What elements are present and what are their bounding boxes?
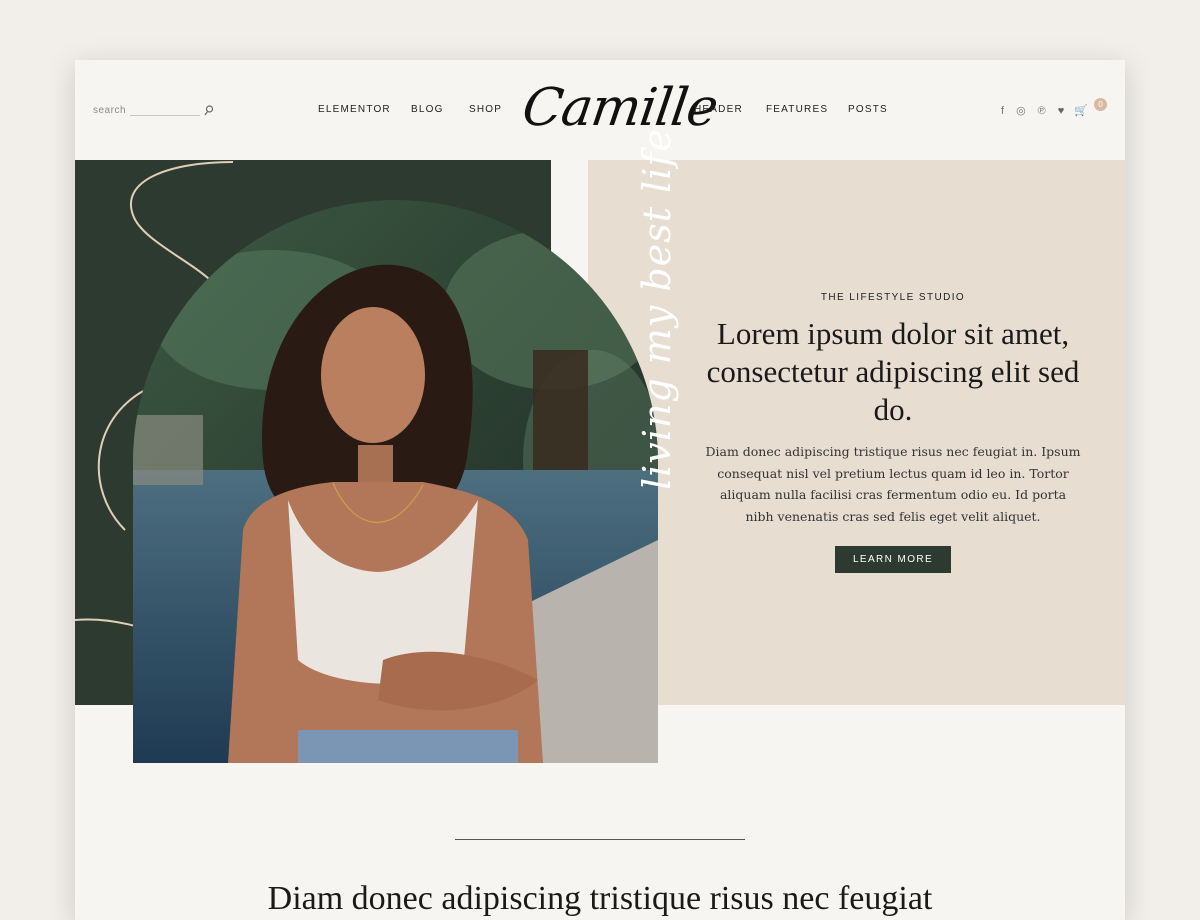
hero-headline: Lorem ipsum dolor sit amet, consectetur … [706, 316, 1080, 427]
search-icon[interactable] [204, 105, 214, 116]
nav-posts[interactable]: POSTS [848, 104, 888, 115]
facebook-icon[interactable]: f [1001, 105, 1004, 117]
hero-eyebrow: THE LIFESTYLE STUDIO [820, 292, 966, 303]
page-frame: search ELEMENTOR BLOG SHOP Camille HEADE… [75, 60, 1125, 920]
site-header: search ELEMENTOR BLOG SHOP Camille HEADE… [75, 60, 1125, 160]
hero-copy: THE LIFESTYLE STUDIO Lorem ipsum dolor s… [705, 292, 1081, 573]
hero-body: Diam donec adipiscing tristique risus ne… [705, 444, 1081, 524]
nav-elementor[interactable]: ELEMENTOR [318, 104, 391, 115]
cart-icon[interactable]: 🛒 [1074, 104, 1088, 117]
search-input[interactable] [130, 103, 201, 116]
section-heading: Diam donec adipiscing tristique risus ne… [267, 880, 933, 917]
hero-script-text: living my best life [635, 128, 679, 490]
nav-features[interactable]: FEATURES [766, 104, 828, 115]
pinterest-icon[interactable]: ℗ [1038, 105, 1046, 117]
section-divider [455, 839, 745, 840]
search-label: search [93, 105, 127, 116]
nav-blog[interactable]: BLOG [411, 104, 444, 115]
nav-shop[interactable]: SHOP [469, 104, 502, 115]
heart-icon[interactable]: ♥ [1058, 105, 1065, 117]
site-logo[interactable]: Camille [519, 78, 721, 138]
cart-count-badge: 0 [1094, 98, 1107, 111]
search-bar[interactable]: search [93, 103, 214, 116]
social-links: f ◎ ℗ ♥ 🛒 [1001, 104, 1088, 118]
instagram-icon[interactable]: ◎ [1016, 104, 1026, 117]
nav-header[interactable]: HEADER [694, 104, 743, 115]
hero-photo [133, 200, 658, 763]
learn-more-button[interactable]: LEARN MORE [834, 546, 952, 573]
